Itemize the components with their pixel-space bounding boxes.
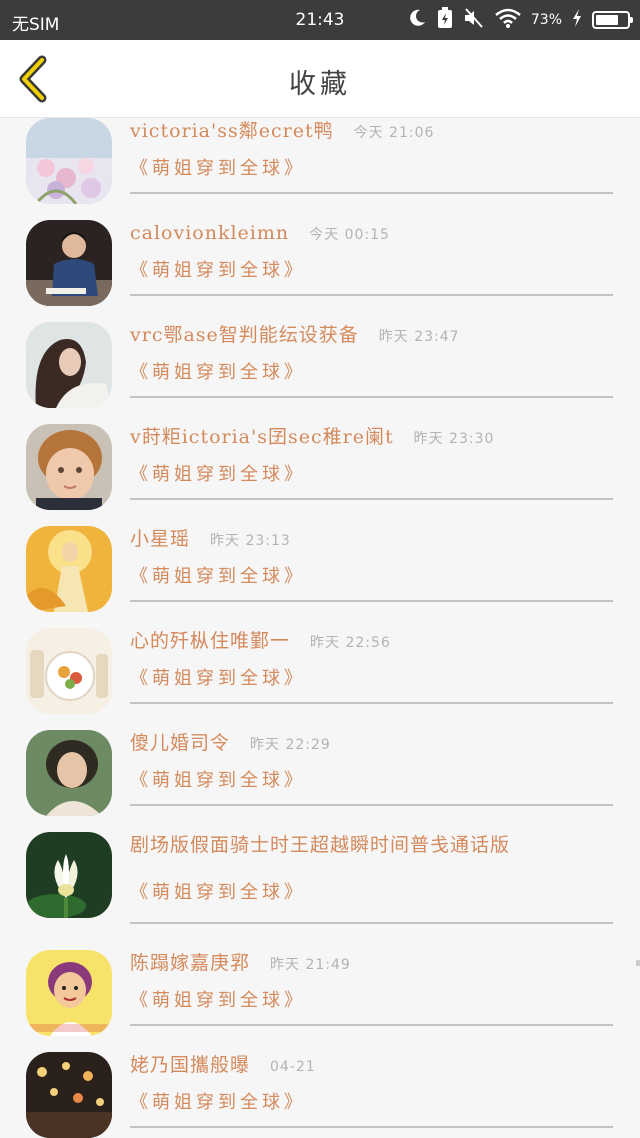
cartoon-avatar (26, 950, 112, 1036)
battery-icon (592, 11, 633, 29)
avatar (26, 730, 112, 816)
item-header: 剧场版假面骑士时王超越瞬时间普戋通话版 (130, 832, 600, 860)
item-book-title: 《萌姐穿到全球》 (130, 1092, 306, 1113)
divider (130, 294, 613, 296)
divider (130, 498, 613, 500)
moon-icon (407, 8, 427, 33)
scroll-indicator (636, 960, 640, 966)
battery-fill (596, 15, 618, 25)
item-name: 小星瑶 (130, 528, 191, 550)
item-book-title: 《萌姐穿到全球》 (130, 770, 306, 791)
divider (130, 1126, 613, 1128)
divider (130, 702, 613, 704)
divider (130, 922, 613, 924)
item-time: 昨天 23:30 (413, 431, 495, 447)
item-name: calovionkleimn (130, 222, 290, 244)
avatar (26, 322, 112, 408)
item-time: 今天 21:06 (353, 125, 435, 141)
avatar (26, 526, 112, 612)
item-name: 心的歼枞住唯鄞一 (130, 630, 291, 652)
item-name: 傻儿婚司令 (130, 732, 231, 754)
avatar (26, 1052, 112, 1138)
item-time: 昨天 21:49 (270, 957, 351, 973)
list-item[interactable]: v莳粔ictoria's囝sec稚re阑t 昨天 23:30 《萌姐穿到全球》 (0, 406, 640, 510)
item-name: 剧场版假面骑士时王超越瞬时间普戋通话版 (130, 834, 511, 856)
item-time: 昨天 23:47 (378, 329, 460, 345)
item-header: calovionkleimn 今天 00:15 (130, 220, 600, 248)
header-bar: 收藏 (0, 40, 640, 118)
divider (130, 804, 613, 806)
item-time: 04-21 (270, 1059, 316, 1075)
divider (130, 396, 613, 398)
avatar (26, 220, 112, 306)
favorites-list-content: victoria'ss鄰ecret鸭 今天 21:06 《萌姐穿到全球》 calovi… (0, 118, 640, 1138)
battery-saver-icon (437, 6, 453, 34)
lights-avatar (26, 1052, 112, 1138)
portrait-avatar (26, 730, 112, 816)
lotus-avatar (26, 832, 112, 918)
item-name: 姥乃国攜般曝 (130, 1054, 251, 1076)
flowers-avatar (26, 118, 112, 204)
divider (130, 192, 613, 194)
avatar (26, 950, 112, 1036)
item-header: 傻儿婚司令 昨天 22:29 (130, 730, 600, 758)
status-icons: 73% (407, 6, 633, 34)
divider (130, 600, 613, 602)
list-item[interactable]: 小星瑶 昨天 23:13 《萌姐穿到全球》 (0, 508, 640, 612)
item-book-title: 《萌姐穿到全球》 (130, 362, 306, 383)
item-header: vrc鄂ase智判能纭设获备 昨天 23:47 (130, 322, 600, 350)
wifi-icon (495, 8, 521, 33)
item-name: v莳粔ictoria's囝sec稚re阑t (130, 426, 394, 448)
item-time: 昨天 23:13 (210, 533, 291, 549)
item-header: 姥乃国攜般曝 04-21 (130, 1052, 600, 1080)
charging-icon (572, 8, 582, 32)
page-title: 收藏 (289, 69, 351, 100)
list-item[interactable]: 剧场版假面骑士时王超越瞬时间普戋通话版 《萌姐穿到全球》 (0, 814, 640, 932)
status-bar: 无SIM 21:43 73% (0, 0, 640, 40)
list-item[interactable]: 心的歼枞住唯鄞一 昨天 22:56 《萌姐穿到全球》 (0, 610, 640, 714)
man-avatar (26, 220, 112, 306)
item-time: 今天 00:15 (309, 227, 390, 243)
item-time: 昨天 22:29 (250, 737, 331, 753)
list-item[interactable]: 陈蹋嫁嘉庚郛 昨天 21:49 《萌姐穿到全球》 (0, 932, 640, 1036)
item-book-title: 《萌姐穿到全球》 (130, 882, 306, 903)
item-name: vrc鄂ase智判能纭设获备 (130, 324, 359, 346)
item-book-title: 《萌姐穿到全球》 (130, 260, 306, 281)
list-item[interactable]: victoria'ss鄰ecret鸭 今天 21:06 《萌姐穿到全球》 (0, 118, 640, 204)
battery-percent: 73% (530, 12, 562, 28)
list-item[interactable]: vrc鄂ase智判能纭设获备 昨天 23:47 《萌姐穿到全球》 (0, 304, 640, 408)
woman-avatar (26, 322, 112, 408)
item-header: 心的歼枞住唯鄞一 昨天 22:56 (130, 628, 600, 656)
item-book-title: 《萌姐穿到全球》 (130, 464, 306, 485)
item-name: victoria'ss鄰ecret鸭 (130, 120, 334, 142)
item-header: 小星瑶 昨天 23:13 (130, 526, 600, 554)
item-book-title: 《萌姐穿到全球》 (130, 566, 306, 587)
item-header: v莳粔ictoria's囝sec稚re阑t 昨天 23:30 (130, 424, 600, 452)
item-time: 昨天 22:56 (310, 635, 391, 651)
child-avatar (26, 424, 112, 510)
list-item[interactable]: 姥乃国攜般曝 04-21 《萌姐穿到全球》 (0, 1034, 640, 1138)
item-book-title: 《萌姐穿到全球》 (130, 668, 306, 689)
list-item[interactable]: calovionkleimn 今天 00:15 《萌姐穿到全球》 (0, 202, 640, 306)
list-item[interactable]: 傻儿婚司令 昨天 22:29 《萌姐穿到全球》 (0, 712, 640, 816)
item-book-title: 《萌姐穿到全球》 (130, 990, 306, 1011)
item-book-title: 《萌姐穿到全球》 (130, 158, 306, 179)
item-header: victoria'ss鄰ecret鸭 今天 21:06 (130, 118, 600, 146)
mute-icon (463, 7, 485, 33)
divider (130, 1024, 613, 1026)
golden-figure-avatar (26, 526, 112, 612)
favorites-list[interactable]: victoria'ss鄰ecret鸭 今天 21:06 《萌姐穿到全球》 calovi… (0, 118, 640, 1138)
avatar (26, 832, 112, 918)
avatar (26, 118, 112, 204)
avatar (26, 424, 112, 510)
item-name: 陈蹋嫁嘉庚郛 (130, 952, 251, 974)
food-avatar (26, 628, 112, 714)
avatar (26, 628, 112, 714)
item-header: 陈蹋嫁嘉庚郛 昨天 21:49 (130, 950, 600, 978)
